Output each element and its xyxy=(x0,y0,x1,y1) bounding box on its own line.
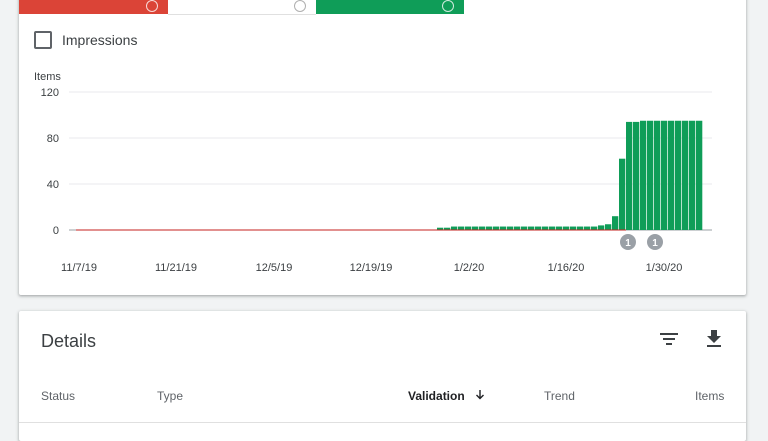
bar[interactable] xyxy=(668,120,675,230)
column-validation[interactable]: Validation xyxy=(408,389,486,403)
bar[interactable] xyxy=(486,226,493,230)
x-tick-label: 1/30/20 xyxy=(646,262,683,274)
bar[interactable] xyxy=(689,120,696,230)
download-button[interactable] xyxy=(702,327,726,351)
bar[interactable] xyxy=(493,226,500,230)
y-tick-label: 0 xyxy=(53,225,59,237)
bar[interactable] xyxy=(612,216,619,230)
bar[interactable] xyxy=(458,226,465,230)
column-type[interactable]: Type xyxy=(157,389,183,403)
sort-arrow-down-icon xyxy=(476,390,485,400)
x-tick-label: 11/7/19 xyxy=(61,262,97,274)
x-tick-label: 12/5/19 xyxy=(256,262,293,274)
status-chart-card: Impressions Items 120 80 40 0 11/7/19 11/21/19… xyxy=(19,0,746,295)
y-tick-label: 120 xyxy=(41,87,59,99)
bar[interactable] xyxy=(633,121,640,230)
bar[interactable] xyxy=(563,226,570,230)
bar[interactable] xyxy=(598,225,605,230)
bar[interactable] xyxy=(584,226,591,230)
bar[interactable] xyxy=(500,226,507,230)
bar[interactable] xyxy=(577,226,584,230)
details-title: Details xyxy=(41,331,97,351)
bar[interactable] xyxy=(549,226,556,230)
bar[interactable] xyxy=(682,120,689,230)
bar[interactable] xyxy=(514,226,521,230)
bar[interactable] xyxy=(640,120,647,230)
items-chart: Items 120 80 40 0 11/7/19 11/21/19 12/5/19 12/19… xyxy=(34,71,712,274)
bar[interactable] xyxy=(521,226,528,230)
bar[interactable] xyxy=(654,120,661,230)
x-tick-label: 12/19/19 xyxy=(350,262,393,274)
annotation-label: 1 xyxy=(652,238,658,249)
details-card: Details Status Type Validation Trend Ite… xyxy=(19,311,746,441)
column-validation-label: Validation xyxy=(408,389,465,403)
bar[interactable] xyxy=(479,226,486,230)
x-tick-label: 1/2/20 xyxy=(454,262,485,274)
bar[interactable] xyxy=(507,226,514,230)
bar[interactable] xyxy=(570,226,577,230)
bar[interactable] xyxy=(647,120,654,230)
y-tick-label: 80 xyxy=(47,133,59,145)
y-axis-label: Items xyxy=(34,71,61,83)
column-status[interactable]: Status xyxy=(41,389,75,403)
bar[interactable] xyxy=(696,120,703,230)
bar[interactable] xyxy=(465,226,472,230)
bar[interactable] xyxy=(591,226,598,230)
bar[interactable] xyxy=(675,120,682,230)
bar[interactable] xyxy=(451,226,458,230)
bar[interactable] xyxy=(528,226,535,230)
x-tick-label: 11/21/19 xyxy=(155,262,197,274)
bar[interactable] xyxy=(535,226,542,230)
bar[interactable] xyxy=(661,120,668,230)
y-tick-label: 40 xyxy=(47,179,59,191)
bar[interactable] xyxy=(626,121,633,230)
bar[interactable] xyxy=(619,158,626,230)
annotation-label: 1 xyxy=(625,238,631,249)
filter-button[interactable] xyxy=(657,327,681,351)
bar[interactable] xyxy=(472,226,479,230)
bar[interactable] xyxy=(542,226,549,230)
bar[interactable] xyxy=(605,224,612,230)
column-items[interactable]: Items xyxy=(695,389,724,403)
download-icon xyxy=(707,330,721,347)
bar[interactable] xyxy=(556,226,563,230)
filter-icon xyxy=(660,333,678,345)
column-trend[interactable]: Trend xyxy=(544,389,575,403)
x-tick-label: 1/16/20 xyxy=(548,262,585,274)
header-divider xyxy=(19,422,746,423)
